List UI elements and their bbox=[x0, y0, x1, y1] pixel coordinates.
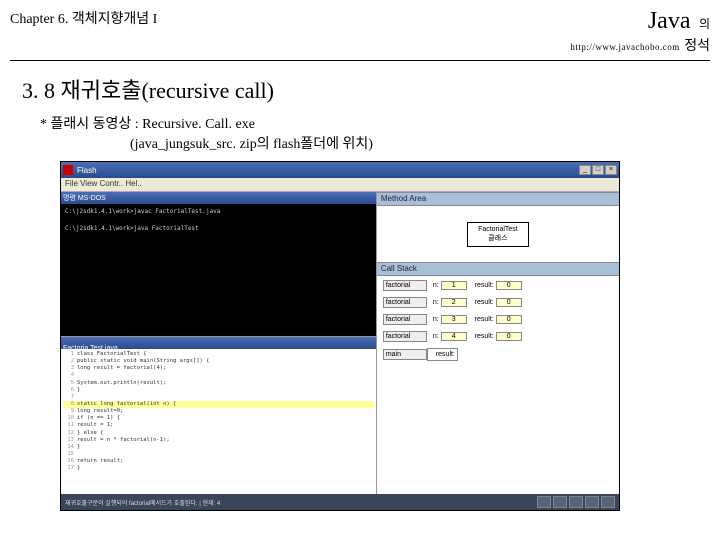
section-title: 3. 8 재귀호출(recursive call) bbox=[22, 73, 720, 105]
left-pane: 명령 MS-DOS C:\j2sdk1.4.1\work>javac Facto… bbox=[61, 192, 377, 494]
code-line: 14 } bbox=[63, 444, 374, 451]
code-line: 12 } else { bbox=[63, 430, 374, 437]
right-pane: Method Area FactorialTest 클래스 Call Stack… bbox=[377, 192, 619, 494]
main-frame: main result: bbox=[383, 348, 613, 361]
nav-prev-button[interactable] bbox=[553, 496, 567, 508]
stack-frame: factorialn:3result:0 bbox=[383, 314, 613, 325]
console-title: 명령 MS-DOS bbox=[63, 193, 106, 203]
method-area-body: FactorialTest 클래스 bbox=[377, 206, 619, 262]
editor-window: Factoria Test.java 1class FactorialTest … bbox=[61, 337, 376, 494]
code-line: 7 bbox=[63, 394, 374, 401]
eui-text: 의 bbox=[699, 17, 710, 31]
call-stack-panel: Call Stack factorialn:1result:0factorial… bbox=[377, 262, 619, 494]
maximize-button[interactable]: □ bbox=[592, 165, 604, 175]
code-line: 13 result = n * factorial(n-1); bbox=[63, 437, 374, 444]
nav-next-button[interactable] bbox=[569, 496, 583, 508]
flash-sub: (java_jungsuk_src. zip의 flash폴더에 위치) bbox=[130, 133, 720, 153]
stack-frame: factorialn:1result:0 bbox=[383, 280, 613, 291]
jeongseok-text: 정석 bbox=[684, 39, 710, 54]
brand-block: Java 의 http://www.javachobo.com 정석 bbox=[570, 8, 710, 55]
app-titlebar: Flash _ □ × bbox=[61, 162, 619, 178]
app-icon bbox=[63, 165, 73, 175]
class-name: FactorialTest bbox=[478, 226, 518, 233]
code-line: 5 System.out.println(result); bbox=[63, 380, 374, 387]
bottom-text: 재귀호출구문이 실행되어 factorial메서드가 호출된다. | 현재: 4 bbox=[65, 498, 535, 507]
code-line: 2 public static void main(String args[])… bbox=[63, 358, 374, 365]
editor-body: 1class FactorialTest {2 public static vo… bbox=[61, 349, 376, 494]
nav-last-button[interactable] bbox=[585, 496, 599, 508]
console-window: 명령 MS-DOS C:\j2sdk1.4.1\work>javac Facto… bbox=[61, 192, 376, 337]
close-button[interactable]: × bbox=[605, 165, 617, 175]
chapter-label: Chapter 6. 객체지향개념 I bbox=[10, 8, 157, 28]
bottom-bar: 재귀호출구문이 실행되어 factorial메서드가 호출된다. | 현재: 4 bbox=[61, 494, 619, 510]
code-line: 17 } bbox=[63, 465, 374, 472]
method-area-title: Method Area bbox=[377, 192, 619, 206]
stack-frame: factorialn:2result:0 bbox=[383, 297, 613, 308]
stack-frame: factorialn:4result:0 bbox=[383, 331, 613, 342]
minimize-button[interactable]: _ bbox=[579, 165, 591, 175]
app-content: 명령 MS-DOS C:\j2sdk1.4.1\work>javac Facto… bbox=[61, 192, 619, 494]
code-line: 10 if (n == 1) { bbox=[63, 415, 374, 422]
class-label: 클래스 bbox=[478, 233, 518, 243]
url-text: http://www.javachobo.com bbox=[570, 42, 679, 52]
method-area-panel: Method Area FactorialTest 클래스 bbox=[377, 192, 619, 262]
divider bbox=[10, 60, 710, 61]
code-line: 3 long result = factorial(4); bbox=[63, 365, 374, 372]
code-line: 4 bbox=[63, 372, 374, 379]
code-line: 6 } bbox=[63, 387, 374, 394]
slide-header: Chapter 6. 객체지향개념 I Java 의 http://www.ja… bbox=[0, 0, 720, 60]
nav-first-button[interactable] bbox=[537, 496, 551, 508]
code-line: 9 long result=0; bbox=[63, 408, 374, 415]
nav-home-button[interactable] bbox=[601, 496, 615, 508]
java-logo-text: Java bbox=[648, 8, 691, 34]
app-title: Flash bbox=[77, 166, 578, 175]
editor-titlebar: Factoria Test.java bbox=[61, 337, 376, 349]
console-body: C:\j2sdk1.4.1\work>javac FactorialTest.j… bbox=[61, 204, 376, 336]
console-titlebar: 명령 MS-DOS bbox=[61, 192, 376, 204]
code-line: 8 static long factorial(int n) { bbox=[63, 401, 374, 408]
flash-app-screenshot: Flash _ □ × File View Contr.. Hel.. 명령 M… bbox=[60, 161, 620, 511]
menubar[interactable]: File View Contr.. Hel.. bbox=[61, 178, 619, 192]
code-line: 15 bbox=[63, 451, 374, 458]
call-stack-title: Call Stack bbox=[377, 262, 619, 276]
code-line: 1class FactorialTest { bbox=[63, 351, 374, 358]
code-line: 11 result = 1; bbox=[63, 422, 374, 429]
class-box: FactorialTest 클래스 bbox=[467, 222, 529, 247]
call-stack-body: factorialn:1result:0 factorialn:2result:0… bbox=[377, 276, 619, 494]
flash-note: * 플래시 동영상 : Recursive. Call. exe bbox=[40, 113, 720, 133]
code-line: 16 return result; bbox=[63, 458, 374, 465]
